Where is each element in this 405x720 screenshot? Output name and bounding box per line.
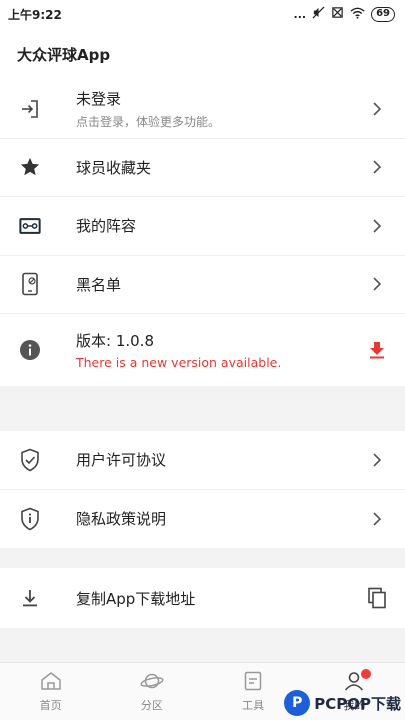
status-time: 上午9:22 bbox=[8, 7, 62, 22]
star-icon bbox=[16, 153, 44, 181]
blacklist-title: 黑名单 bbox=[76, 275, 122, 294]
update-notice: There is a new version available. bbox=[76, 355, 282, 370]
policy-menu-group: 用户许可协议 隐私政策说明 bbox=[0, 431, 405, 548]
app-title: 大众评球App bbox=[17, 45, 111, 64]
tab-sections[interactable]: 分区 bbox=[101, 663, 202, 720]
tab-label: 分区 bbox=[140, 698, 163, 712]
sim-off-icon bbox=[331, 6, 344, 22]
privacy-row[interactable]: 隐私政策说明 bbox=[0, 490, 405, 549]
login-icon bbox=[16, 95, 44, 123]
favorites-row[interactable]: 球员收藏夹 bbox=[0, 139, 405, 197]
copy-link-row[interactable]: 复制App下载地址 bbox=[0, 568, 405, 628]
wifi-icon bbox=[350, 7, 365, 22]
planet-icon bbox=[140, 671, 164, 694]
lineup-icon bbox=[16, 212, 44, 240]
lineup-title: 我的阵容 bbox=[76, 217, 137, 236]
watermark: P PCPOP下载 bbox=[284, 690, 401, 716]
shield-check-icon bbox=[16, 446, 44, 474]
info-icon bbox=[16, 336, 44, 364]
login-row[interactable]: 未登录 点击登录，体验更多功能。 bbox=[0, 80, 405, 139]
tab-label: 首页 bbox=[39, 698, 62, 712]
app-header: 大众评球App bbox=[0, 28, 405, 80]
version-title: 版本: 1.0.8 bbox=[76, 332, 154, 350]
download-update-icon[interactable] bbox=[367, 341, 387, 359]
home-icon bbox=[40, 671, 62, 694]
chevron-right-icon bbox=[367, 453, 387, 467]
status-icons: ... 69 bbox=[294, 6, 395, 22]
blocked-phone-icon bbox=[16, 270, 44, 298]
license-title: 用户许可协议 bbox=[76, 451, 167, 470]
chevron-right-icon bbox=[367, 219, 387, 233]
tab-home[interactable]: 首页 bbox=[0, 663, 101, 720]
version-row[interactable]: 版本: 1.0.8 There is a new version availab… bbox=[0, 314, 405, 386]
watermark-text: PCPOP下载 bbox=[314, 694, 401, 713]
chevron-right-icon bbox=[367, 277, 387, 291]
mute-icon bbox=[312, 6, 325, 22]
watermark-logo-icon: P bbox=[284, 690, 311, 716]
download-icon bbox=[16, 584, 44, 612]
account-menu-group: 未登录 点击登录，体验更多功能。 球员收藏夹 我的阵容 黑名单 版本: 1.0.… bbox=[0, 80, 405, 386]
copy-link-title: 复制App下载地址 bbox=[76, 589, 196, 608]
tab-label: 工具 bbox=[242, 698, 265, 712]
login-title: 未登录 bbox=[76, 89, 122, 108]
more-dots: ... bbox=[293, 7, 307, 21]
chevron-right-icon bbox=[367, 160, 387, 174]
chevron-right-icon bbox=[367, 102, 387, 116]
favorites-title: 球员收藏夹 bbox=[76, 158, 152, 177]
blacklist-row[interactable]: 黑名单 bbox=[0, 256, 405, 314]
share-menu-group: 复制App下载地址 bbox=[0, 568, 405, 628]
lineup-row[interactable]: 我的阵容 bbox=[0, 197, 405, 256]
status-bar: 上午9:22 ... 69 bbox=[0, 0, 405, 28]
privacy-title: 隐私政策说明 bbox=[76, 510, 167, 529]
copy-icon[interactable] bbox=[367, 587, 387, 609]
battery-indicator: 69 bbox=[371, 6, 395, 22]
tools-icon bbox=[244, 671, 262, 694]
license-row[interactable]: 用户许可协议 bbox=[0, 431, 405, 490]
notification-dot bbox=[360, 669, 371, 679]
shield-info-icon bbox=[16, 505, 44, 533]
login-subtitle: 点击登录，体验更多功能。 bbox=[76, 114, 221, 129]
chevron-right-icon bbox=[367, 512, 387, 526]
